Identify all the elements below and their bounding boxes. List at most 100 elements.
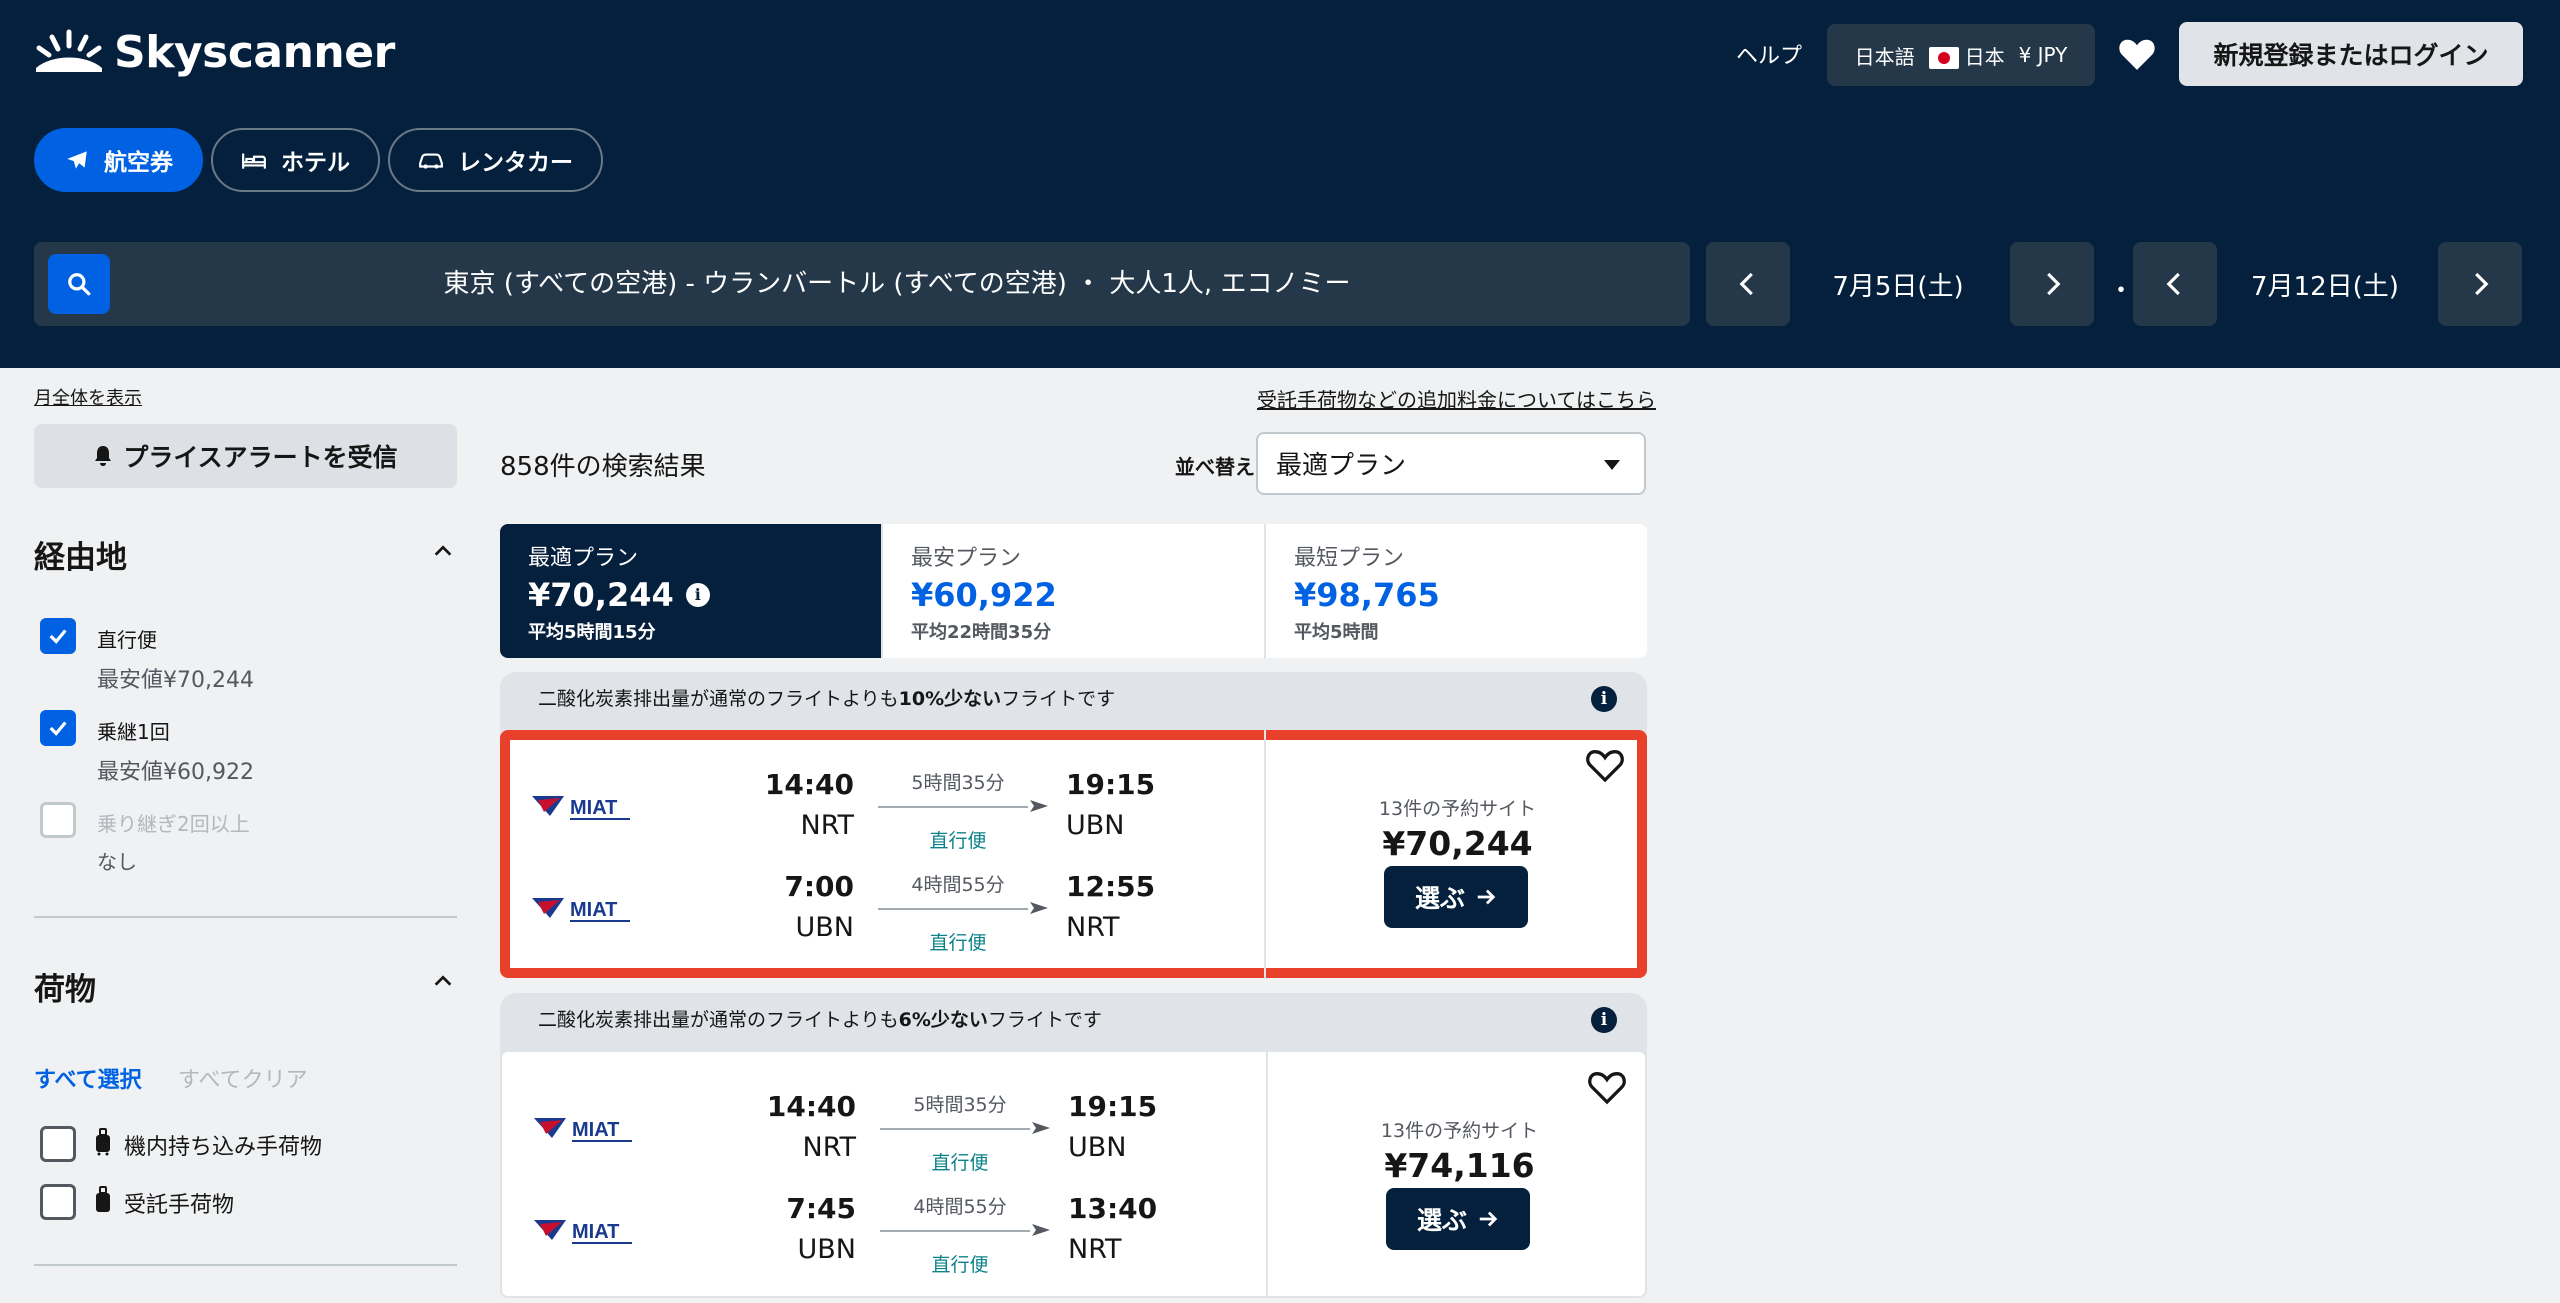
- clear-all-link[interactable]: すべてクリア: [178, 1062, 308, 1094]
- flight-duration: 5時間35分: [911, 772, 1005, 794]
- caret-down-icon: [1604, 460, 1620, 470]
- plan-duration: 平均5時間15分: [528, 622, 656, 643]
- currency-label: ¥ JPY: [2018, 43, 2068, 67]
- eco-text-suffix: フライトです: [1001, 688, 1116, 710]
- heart-outline-icon[interactable]: [1587, 1068, 1627, 1106]
- checkmark-icon: [49, 721, 67, 736]
- two-plus-stops-min-price: なし: [97, 850, 137, 874]
- airline-name: MIAT: [572, 1221, 619, 1243]
- booking-sites-count: 13件の予約サイト: [1380, 1120, 1539, 1142]
- chevron-left-icon: [1739, 272, 1753, 296]
- plan-name: 最短プラン: [1294, 546, 1405, 571]
- arrival-time: 19:15: [1068, 1090, 1158, 1123]
- arrival-airport: NRT: [1066, 912, 1120, 943]
- plane-icon: [1030, 800, 1048, 812]
- return-date-field[interactable]: 7月12日(土): [2225, 242, 2425, 326]
- cabin-bag-checkbox[interactable]: [40, 1126, 76, 1162]
- login-button[interactable]: 新規登録またはログイン: [2179, 22, 2523, 86]
- flight-duration: 4時間55分: [913, 1196, 1007, 1218]
- car-icon: [419, 153, 443, 169]
- select-flight-button[interactable]: 選ぶ: [1384, 866, 1528, 928]
- price-alert-button[interactable]: プライスアラートを受信: [34, 424, 457, 488]
- two-plus-stops-checkbox[interactable]: [40, 802, 76, 838]
- tab-hotels[interactable]: ホテル: [211, 128, 380, 192]
- chevron-left-icon: [2166, 272, 2180, 296]
- plan-tab-best[interactable]: 最適プラン ¥70,244 i 平均5時間15分: [500, 524, 881, 658]
- plan-duration: 平均22時間35分: [911, 622, 1052, 643]
- stops-filter-title: 経由地: [34, 540, 127, 576]
- japan-flag-icon: [1928, 47, 1959, 69]
- select-flight-button[interactable]: 選ぶ: [1386, 1188, 1530, 1250]
- top-header: Skyscanner ヘルプ 日本語 日本 ¥ JPY 新規登録またはログイン …: [0, 0, 2560, 368]
- arrival-time: 19:15: [1066, 768, 1156, 801]
- chevron-up-icon[interactable]: [432, 970, 454, 992]
- plan-price: ¥98,765: [1294, 576, 1440, 614]
- search-summary-text: 東京 (すべての空港) - ウランバートル (すべての空港) ・ 大人1人, エ…: [443, 269, 1351, 299]
- plan-tab-cheapest[interactable]: 最安プラン ¥60,922 平均22時間35分: [881, 524, 1264, 658]
- tab-flights[interactable]: 航空券: [34, 128, 203, 192]
- search-button[interactable]: [48, 254, 110, 314]
- sunrise-logo-icon: [36, 29, 102, 72]
- flight-result-card[interactable]: MIAT 14:40 NRT 5時間35分 直行便 19:15 UBN MIAT…: [500, 1050, 1647, 1298]
- chevron-right-icon: [2047, 272, 2061, 296]
- info-icon[interactable]: i: [1591, 1007, 1617, 1033]
- stops-info: 直行便: [931, 1254, 989, 1276]
- chevron-up-icon[interactable]: [432, 540, 454, 562]
- plan-tab-fastest[interactable]: 最短プラン ¥98,765 平均5時間: [1264, 524, 1647, 658]
- locale-selector[interactable]: 日本語 日本 ¥ JPY: [1827, 24, 2095, 86]
- search-summary-bar[interactable]: 東京 (すべての空港) - ウランバートル (すべての空港) ・ 大人1人, エ…: [34, 242, 1690, 326]
- plan-price: ¥70,244: [528, 576, 674, 614]
- plan-name: 最適プラン: [528, 546, 639, 571]
- miat-airline-logo: MIAT: [532, 796, 630, 820]
- eco-text-prefix: 二酸化炭素排出量が通常のフライトよりも: [538, 688, 899, 710]
- show-whole-month-link[interactable]: 月全体を表示: [34, 384, 142, 410]
- filter-divider: [34, 916, 457, 918]
- tab-label: 航空券: [104, 150, 173, 176]
- filter-divider: [34, 1264, 457, 1266]
- depart-next-day-button[interactable]: [2010, 242, 2094, 326]
- tab-car-rental[interactable]: レンタカー: [388, 128, 603, 192]
- one-stop-checkbox[interactable]: [40, 710, 76, 746]
- tab-label: レンタカー: [458, 150, 573, 176]
- checked-bag-icon: [96, 1186, 110, 1212]
- bell-icon: [95, 446, 112, 466]
- plane-icon: [1030, 902, 1048, 914]
- product-tabs: 航空券 ホテル レンタカー: [34, 128, 603, 192]
- info-icon[interactable]: i: [1591, 686, 1617, 712]
- depart-date-field[interactable]: 7月5日(土): [1798, 242, 1998, 326]
- flight-price: ¥74,116: [1384, 1146, 1535, 1185]
- flight-result-card[interactable]: MIAT 14:40 NRT 5時間35分 直行便 19:15 UBN MIAT…: [500, 730, 1647, 978]
- saved-heart-icon[interactable]: [2118, 36, 2156, 72]
- eco-text-prefix: 二酸化炭素排出量が通常のフライトよりも: [538, 1009, 899, 1031]
- flight-price: ¥70,244: [1382, 824, 1533, 863]
- itinerary: MIAT 14:40 NRT 5時間35分 直行便 19:15 UBN MIAT…: [500, 730, 1264, 978]
- airline-name: MIAT: [570, 899, 617, 921]
- return-leg: MIAT 7:00 UBN 4時間55分 直行便 12:55 NRT: [500, 856, 1264, 956]
- heart-outline-icon[interactable]: [1585, 746, 1625, 784]
- plan-name: 最安プラン: [911, 546, 1022, 571]
- arrival-airport: UBN: [1066, 810, 1125, 841]
- itinerary: MIAT 14:40 NRT 5時間35分 直行便 19:15 UBN MIAT…: [502, 1052, 1266, 1296]
- direct-flight-checkbox[interactable]: [40, 618, 76, 654]
- airline-name: MIAT: [570, 797, 617, 819]
- arrow-right-icon: [1479, 1211, 1498, 1227]
- extra-fees-link[interactable]: 受託手荷物などの追加料金についてはこちら: [1257, 384, 1656, 413]
- skyscanner-logo[interactable]: Skyscanner: [34, 26, 395, 78]
- depart-prev-day-button[interactable]: [1706, 242, 1790, 326]
- return-next-day-button[interactable]: [2438, 242, 2522, 326]
- route-line: [880, 1230, 1030, 1232]
- help-link[interactable]: ヘルプ: [1736, 38, 1802, 70]
- one-stop-label: 乗継1回: [97, 720, 170, 744]
- brand-name: Skyscanner: [114, 26, 395, 78]
- info-icon[interactable]: i: [685, 583, 710, 607]
- eco-text-highlight: 10%少ない: [898, 688, 1002, 710]
- return-prev-day-button[interactable]: [2133, 242, 2217, 326]
- sort-dropdown[interactable]: 最適プラン: [1256, 432, 1646, 495]
- select-all-link[interactable]: すべて選択: [34, 1062, 142, 1094]
- departure-time: 7:00: [784, 870, 854, 903]
- direct-flight-min-price: 最安値¥70,244: [97, 668, 254, 693]
- checked-bag-checkbox[interactable]: [40, 1184, 76, 1220]
- chevron-right-icon: [2475, 272, 2489, 296]
- outbound-leg: MIAT 14:40 NRT 5時間35分 直行便 19:15 UBN: [500, 754, 1264, 854]
- departure-airport: NRT: [802, 1132, 857, 1163]
